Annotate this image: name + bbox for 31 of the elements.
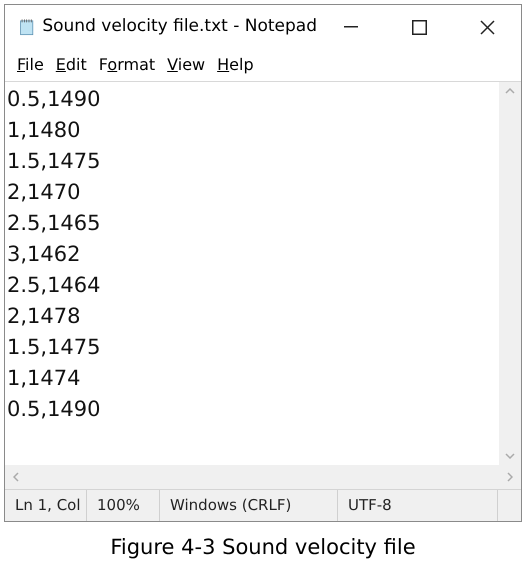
status-text: Ln 1, Col	[15, 495, 81, 516]
scroll-left-icon	[13, 472, 19, 482]
menu-item[interactable]: File	[13, 53, 48, 77]
menu-item[interactable]: View	[163, 53, 210, 77]
scroll-down-icon	[505, 453, 515, 459]
horizontal-scrollbar[interactable]	[5, 465, 521, 489]
text-line: 2,1470	[7, 179, 80, 206]
text-line: 1.5,1475	[7, 334, 101, 361]
text-line: 2.5,1464	[7, 272, 101, 299]
menu-item[interactable]: Edit	[52, 53, 91, 77]
status-text: UTF-8	[348, 495, 392, 516]
text-line: 1,1474	[7, 365, 80, 392]
figure-caption: Figure 4-3 Sound velocity file	[110, 534, 416, 561]
text-line: 0.5,1490	[7, 86, 101, 113]
maximize-icon	[412, 20, 426, 34]
text-line: 2,1478	[7, 303, 80, 330]
text-line: 2.5,1465	[7, 210, 101, 237]
text-line: 1,1480	[7, 117, 80, 144]
scroll-right-icon	[507, 472, 513, 482]
text-line: 0.5,1490	[7, 396, 101, 423]
text-line: 3,1462	[7, 241, 80, 268]
vertical-scrollbar[interactable]	[499, 82, 521, 465]
menu-item[interactable]: Help	[213, 53, 258, 77]
menu-item[interactable]: Format	[94, 53, 160, 77]
close-icon	[480, 20, 494, 34]
window-title: Sound velocity file.txt - Notepad	[42, 15, 317, 38]
status-text: 100%	[97, 495, 140, 516]
minimize-icon	[344, 26, 358, 28]
scroll-up-icon	[505, 88, 515, 94]
status-text: Windows (CRLF)	[170, 495, 292, 516]
text-line: 1.5,1475	[7, 148, 101, 175]
